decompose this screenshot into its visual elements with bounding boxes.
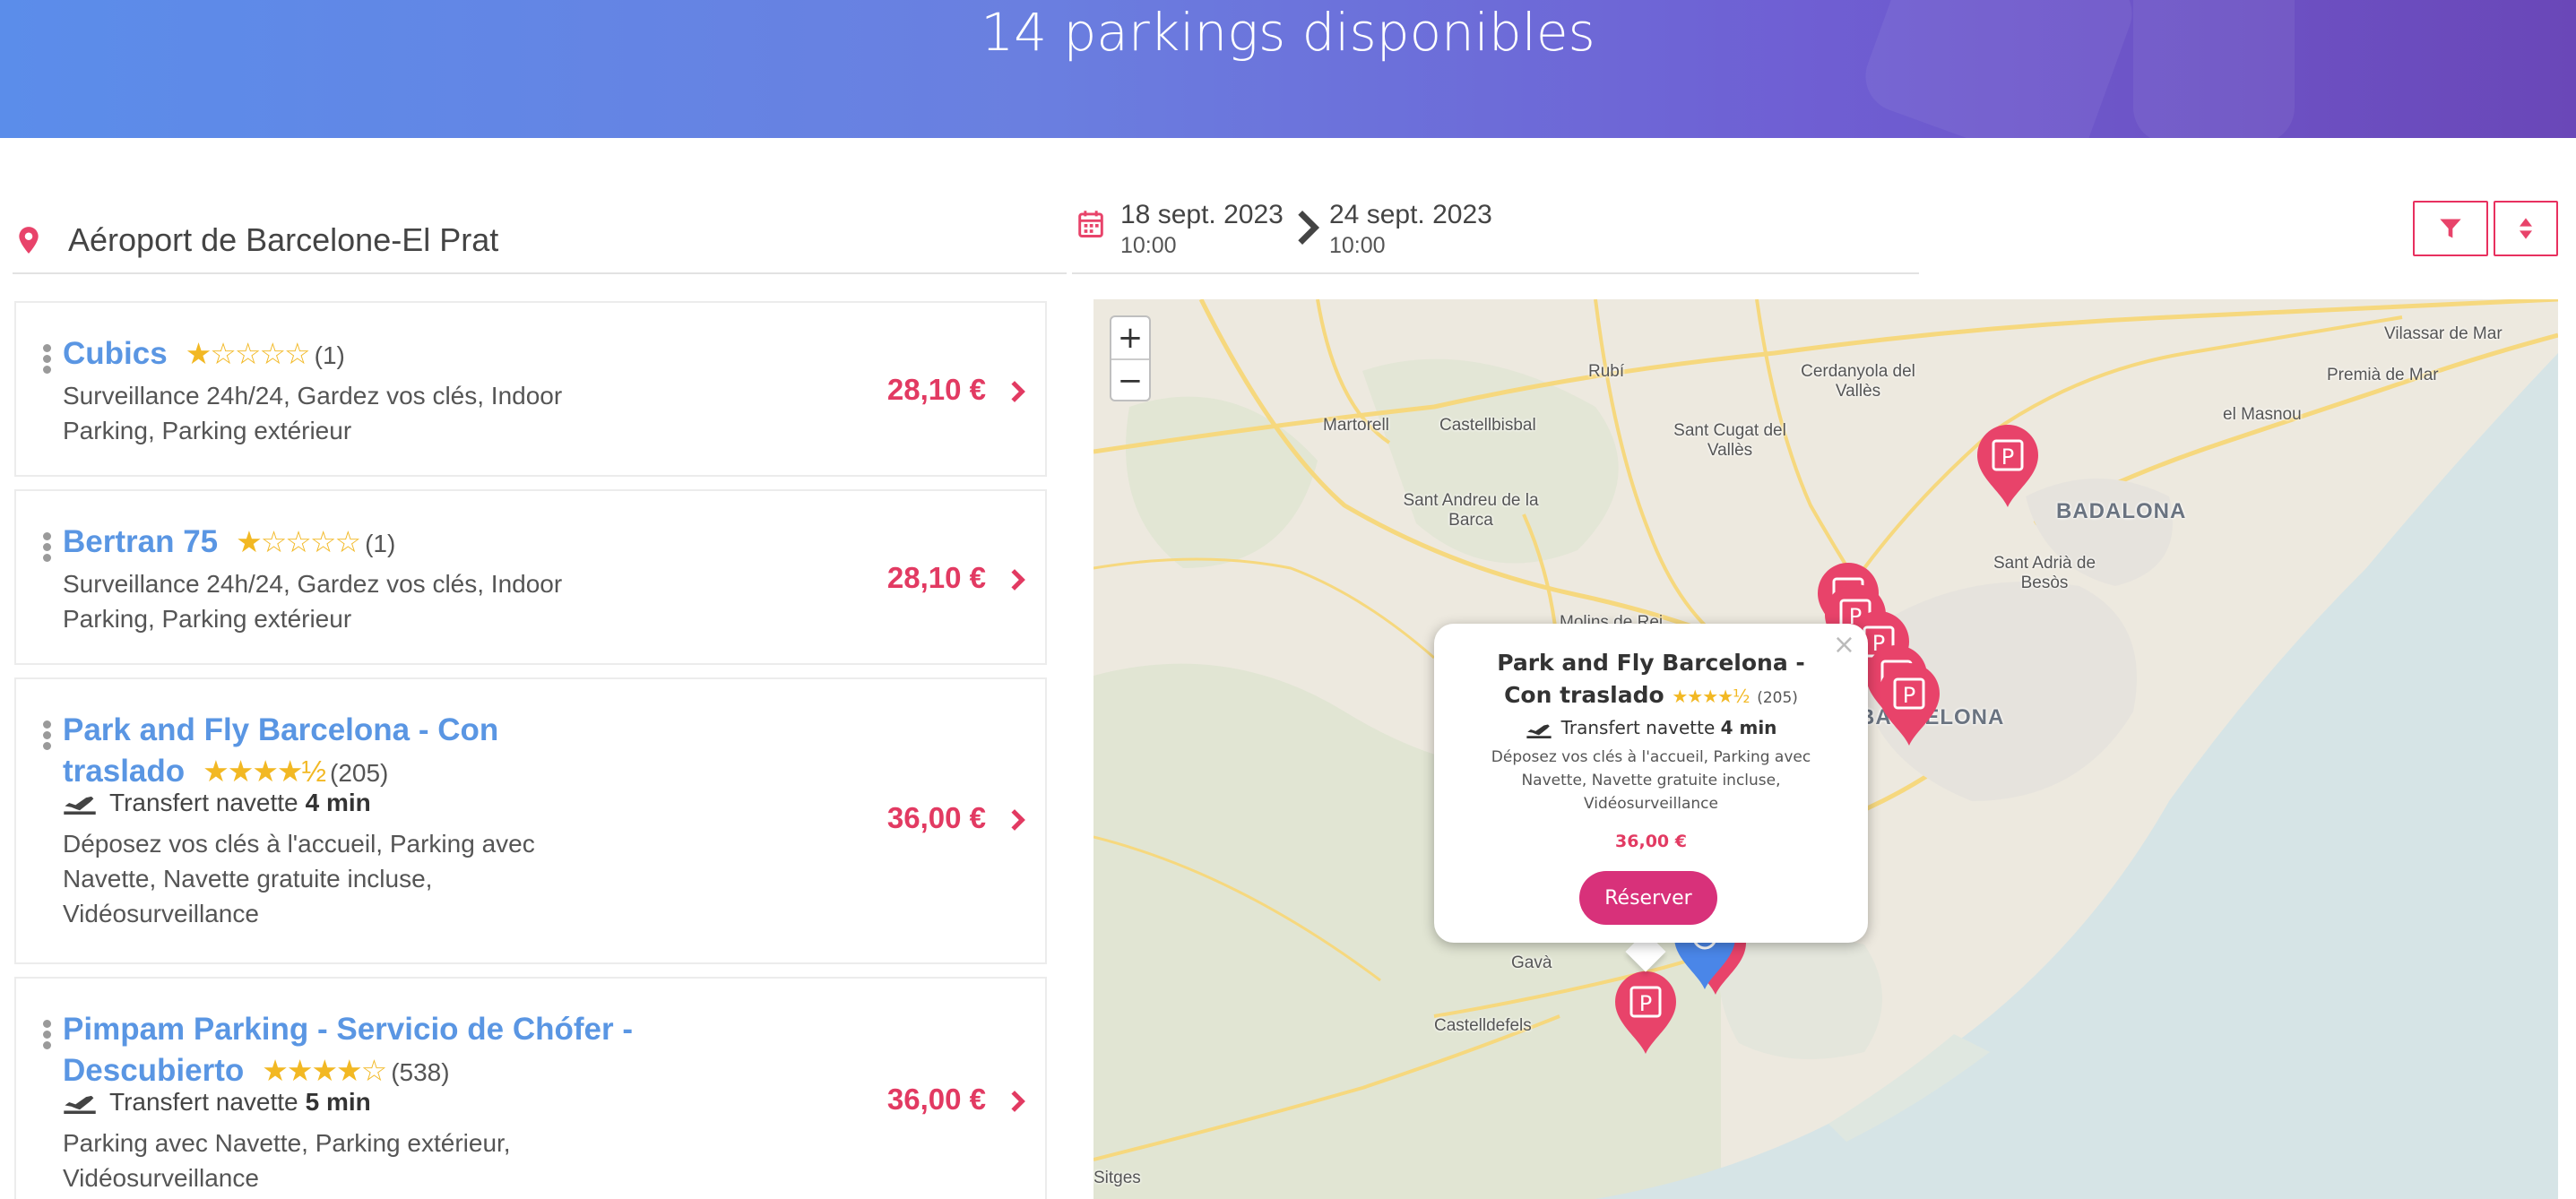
results-list: Cubics ★☆☆☆☆ (1) Surveillance 24h/24, Gard… [14,301,1047,1199]
parking-marker-icon[interactable]: P [1974,423,2042,509]
popup-rating-stars: ★★★★½ [1672,686,1750,707]
chevron-right-icon[interactable] [1009,808,1027,832]
parking-name-row: Cubics ★☆☆☆☆ (1) [63,333,645,376]
start-time-text: 10:00 [1120,233,1177,258]
parking-price: 28,10 € [886,373,986,406]
page-title: 14 parkings disponibles [981,2,1595,63]
popup-shuttle-info: Transfert navette 4 min [1434,717,1868,738]
parking-name-row: Park and Fly Barcelona - Con traslado ★★★… [63,710,565,794]
parking-card[interactable]: Park and Fly Barcelona - Con traslado ★★★… [14,677,1047,964]
map-label: BADALONA [2056,499,2187,523]
map-label: Vilassar de Mar [2384,324,2503,343]
end-time-text: 10:00 [1329,233,1386,258]
popup-rating-count: (205) [1757,689,1798,707]
parking-price: 36,00 € [886,1083,986,1116]
popup-price: 36,00 € [1615,832,1687,851]
parking-name[interactable]: Cubics [63,336,168,371]
end-date-text: 24 sept. 2023 [1329,200,1492,229]
rating-count: (205) [330,759,389,787]
rating-count: (538) [391,1058,450,1086]
map-label: Martorell [1323,416,1389,435]
sort-icon [2520,218,2532,239]
location-pin-icon [19,227,39,254]
map-label: Sant Cugat del Vallès [1673,421,1786,460]
map-label: Sant Andreu de la Barca [1403,491,1539,530]
map-label: Premià de Mar [2327,366,2439,384]
plane-icon [64,796,96,815]
arrow-right-icon [1298,210,1320,246]
parking-price: 36,00 € [886,801,986,834]
results-banner: 14 parkings disponibles [0,0,2576,138]
rating-stars: ★☆☆☆☆ [236,525,361,558]
parking-card[interactable]: Cubics ★☆☆☆☆ (1) Surveillance 24h/24, Gard… [14,301,1047,477]
drag-handle-icon[interactable] [43,1020,52,1052]
parking-marker-icon[interactable]: P [1875,661,1943,747]
rating-count: (1) [314,341,345,369]
svg-text:P: P [1903,683,1915,708]
drag-handle-icon[interactable] [43,720,52,753]
parking-popup: × Park and Fly Barcelona - Con traslado … [1434,624,1868,943]
popup-close-button[interactable]: × [1833,629,1855,660]
map-label: el Masnou [2223,405,2302,424]
map-label: Sitges [1094,1169,1141,1187]
parking-name-row: Pimpam Parking - Servicio de Chófer - De… [63,1009,636,1093]
parking-card[interactable]: Bertran 75 ★☆☆☆☆ (1) Surveillance 24h/24, … [14,489,1047,665]
rating-stars: ★☆☆☆☆ [185,337,311,370]
zoom-out-button[interactable]: − [1111,360,1149,401]
start-date[interactable]: 18 sept. 2023 10:00 [1120,199,1284,260]
parking-name-row: Bertran 75 ★☆☆☆☆ (1) [63,522,645,565]
map-label: Sant Adrià de Besòs [1993,554,2096,592]
map-view[interactable]: Vilassar de Mar Premià de Mar el Masnou … [1094,299,2558,1199]
plane-icon [1526,724,1552,738]
sort-button[interactable] [2494,201,2558,256]
map-label: Rubí [1588,362,1625,381]
date-range-field[interactable]: 18 sept. 2023 10:00 24 sept. 2023 10:00 [1072,190,1919,274]
plane-icon [64,1095,96,1114]
parking-card[interactable]: Pimpam Parking - Servicio de Chófer - De… [14,977,1047,1199]
location-text: Aéroport de Barcelone-El Prat [68,221,499,258]
parking-features: Surveillance 24h/24, Gardez vos clés, In… [63,570,563,633]
drag-handle-icon[interactable] [43,532,52,565]
filter-icon [2440,219,2461,238]
shuttle-info: Transfert navette 5 min [63,1088,371,1117]
map-label: Cerdanyola del Vallès [1801,362,1915,401]
rating-stars: ★★★★☆ [262,1054,387,1087]
popup-shuttle-time: 4 min [1720,717,1777,738]
popup-features: Déposez vos clés à l'accueil, Parking av… [1491,748,1811,813]
shuttle-time: 4 min [305,789,371,816]
rating-stars: ★★★★½ [203,755,326,788]
popup-shuttle-label: Transfert navette [1560,717,1716,738]
chevron-right-icon[interactable] [1009,1090,1027,1113]
shuttle-label: Transfert navette [109,789,298,816]
popup-title: Park and Fly Barcelona - Con traslado ★★… [1470,647,1832,714]
zoom-control: + − [1110,315,1151,401]
map-label: Castelldefels [1434,1016,1532,1035]
shuttle-time: 5 min [305,1088,371,1116]
end-date[interactable]: 24 sept. 2023 10:00 [1329,199,1492,260]
shuttle-info: Transfert navette 4 min [63,789,371,817]
location-field[interactable]: Aéroport de Barcelone-El Prat [13,208,1067,274]
parking-features: Surveillance 24h/24, Gardez vos clés, In… [63,382,563,444]
zoom-in-button[interactable]: + [1111,317,1149,358]
map-label: Gavà [1511,953,1552,972]
chevron-right-icon[interactable] [1009,568,1027,591]
parking-name[interactable]: Bertran 75 [63,524,218,559]
parking-features: Parking avec Navette, Parking extérieur,… [63,1129,511,1192]
filter-button[interactable] [2413,201,2488,256]
reserve-button[interactable]: Réserver [1579,871,1717,925]
map-label: Castellbisbal [1439,416,1536,435]
svg-text:P: P [1639,991,1652,1016]
parking-marker-icon[interactable]: P [1612,970,1680,1056]
parking-price: 28,10 € [886,561,986,594]
chevron-right-icon[interactable] [1009,380,1027,403]
start-date-text: 18 sept. 2023 [1120,200,1284,229]
svg-text:P: P [2001,444,2014,470]
drag-handle-icon[interactable] [43,344,52,376]
rating-count: (1) [365,530,396,557]
shuttle-label: Transfert navette [109,1088,298,1116]
calendar-icon [1078,211,1103,238]
parking-features: Déposez vos clés à l'accueil, Parking av… [63,830,535,927]
